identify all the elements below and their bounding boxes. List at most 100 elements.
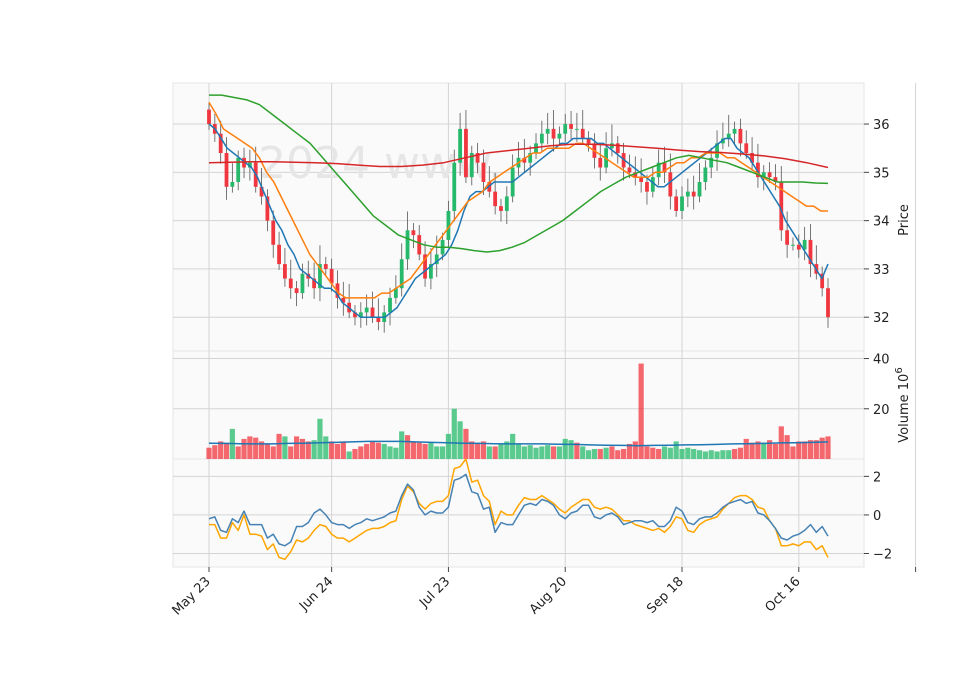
candle-body bbox=[230, 181, 235, 187]
price-tick-label: 33 bbox=[873, 263, 890, 278]
candle-body bbox=[744, 143, 749, 154]
candle-body bbox=[598, 157, 603, 168]
candle-body bbox=[493, 191, 498, 207]
candle-body bbox=[791, 244, 795, 246]
volume-bar bbox=[714, 451, 720, 459]
volume-bar bbox=[737, 447, 744, 459]
chart-figure: 2024 www. May 23 Jun 24 Jul 23 Aug 20 Sep 18… bbox=[0, 0, 960, 690]
volume-bar bbox=[317, 418, 323, 459]
volume-bar bbox=[393, 447, 399, 459]
candle-body bbox=[388, 297, 392, 313]
volume-bar bbox=[253, 437, 259, 459]
volume-bar bbox=[550, 446, 557, 459]
volume-bar bbox=[772, 443, 779, 459]
volume-bar bbox=[615, 450, 621, 459]
osc-tick-label: 2 bbox=[873, 470, 881, 485]
volume-bar bbox=[679, 448, 685, 459]
volume-bar bbox=[323, 436, 329, 459]
volume-bar bbox=[825, 436, 831, 459]
candle-body bbox=[569, 124, 573, 129]
candle-body bbox=[364, 307, 369, 313]
volume-bar bbox=[206, 447, 212, 459]
candle-body bbox=[680, 196, 684, 211]
candle-body bbox=[563, 124, 568, 134]
volume-bar bbox=[784, 435, 790, 459]
volume-bar bbox=[451, 408, 457, 459]
volume-bar bbox=[632, 441, 638, 459]
candle-body bbox=[452, 162, 457, 211]
volume-bar bbox=[352, 448, 358, 459]
volume-bar bbox=[223, 442, 230, 459]
volume-bar bbox=[796, 441, 802, 459]
candle-body bbox=[224, 153, 229, 187]
volume-bar bbox=[375, 442, 381, 459]
price-tick-label: 34 bbox=[873, 215, 890, 230]
candle-body bbox=[417, 235, 422, 255]
volume-bar bbox=[743, 438, 749, 459]
candle-body bbox=[464, 128, 468, 178]
volume-bar bbox=[422, 443, 428, 459]
candle-body bbox=[580, 128, 585, 139]
candle-body bbox=[405, 230, 410, 260]
volume-bar bbox=[299, 438, 306, 459]
volume-bar bbox=[340, 441, 346, 459]
candle-body bbox=[539, 133, 544, 144]
volume-bar bbox=[790, 446, 796, 459]
candle-body bbox=[574, 128, 579, 130]
volume-bar bbox=[673, 441, 679, 459]
candle-body bbox=[557, 133, 562, 139]
candle-body bbox=[411, 230, 416, 236]
volume-bar bbox=[270, 446, 276, 459]
candle-body bbox=[645, 181, 649, 192]
volume-bar bbox=[404, 435, 411, 459]
volume-bar bbox=[761, 442, 767, 459]
volume-bar bbox=[329, 441, 335, 459]
volume-bar bbox=[510, 433, 516, 459]
candle-body bbox=[283, 264, 287, 279]
candle-body bbox=[627, 167, 632, 173]
candle-body bbox=[288, 278, 293, 289]
volume-bar bbox=[293, 436, 300, 459]
volume-bar bbox=[212, 445, 218, 459]
volume-bar bbox=[702, 451, 708, 459]
volume-tick-label: 20 bbox=[873, 403, 890, 418]
volume-bar bbox=[685, 447, 691, 459]
volume-bar bbox=[568, 440, 574, 459]
candle-body bbox=[674, 196, 679, 211]
volume-bar bbox=[545, 445, 551, 459]
volume-bar bbox=[439, 446, 446, 459]
candle-body bbox=[732, 128, 737, 134]
volume-bar bbox=[364, 443, 370, 459]
candle-body bbox=[796, 244, 801, 250]
candle-body bbox=[294, 288, 299, 294]
volume-bar bbox=[621, 448, 627, 459]
candle-body bbox=[277, 244, 281, 265]
osc-tick-label: −2 bbox=[873, 548, 892, 563]
candle-body bbox=[697, 181, 702, 197]
candle-body bbox=[586, 138, 591, 144]
osc-tick-label: 0 bbox=[873, 509, 881, 524]
candle-body bbox=[685, 191, 690, 197]
volume-bar bbox=[445, 433, 452, 459]
volume-bar bbox=[247, 436, 253, 459]
volume-bar bbox=[416, 442, 422, 459]
volume-bar bbox=[387, 446, 393, 459]
volume-bar bbox=[597, 448, 603, 459]
candle-body bbox=[458, 128, 463, 163]
volume-bar bbox=[691, 448, 697, 459]
price-tick-label: 36 bbox=[873, 118, 890, 133]
price-tick-label: 35 bbox=[873, 166, 890, 181]
volume-bar bbox=[486, 446, 492, 459]
price-panel bbox=[172, 82, 865, 352]
candle-body bbox=[271, 220, 276, 245]
candle-body bbox=[826, 288, 830, 318]
volume-bar bbox=[521, 446, 527, 459]
candle-body bbox=[300, 273, 305, 294]
volume-bar bbox=[720, 450, 726, 459]
volume-bar bbox=[650, 447, 656, 459]
volume-bar bbox=[667, 447, 673, 459]
volume-bar bbox=[434, 446, 440, 459]
candle-body bbox=[481, 162, 486, 182]
candle-body bbox=[767, 172, 772, 178]
volume-bar bbox=[492, 446, 498, 459]
